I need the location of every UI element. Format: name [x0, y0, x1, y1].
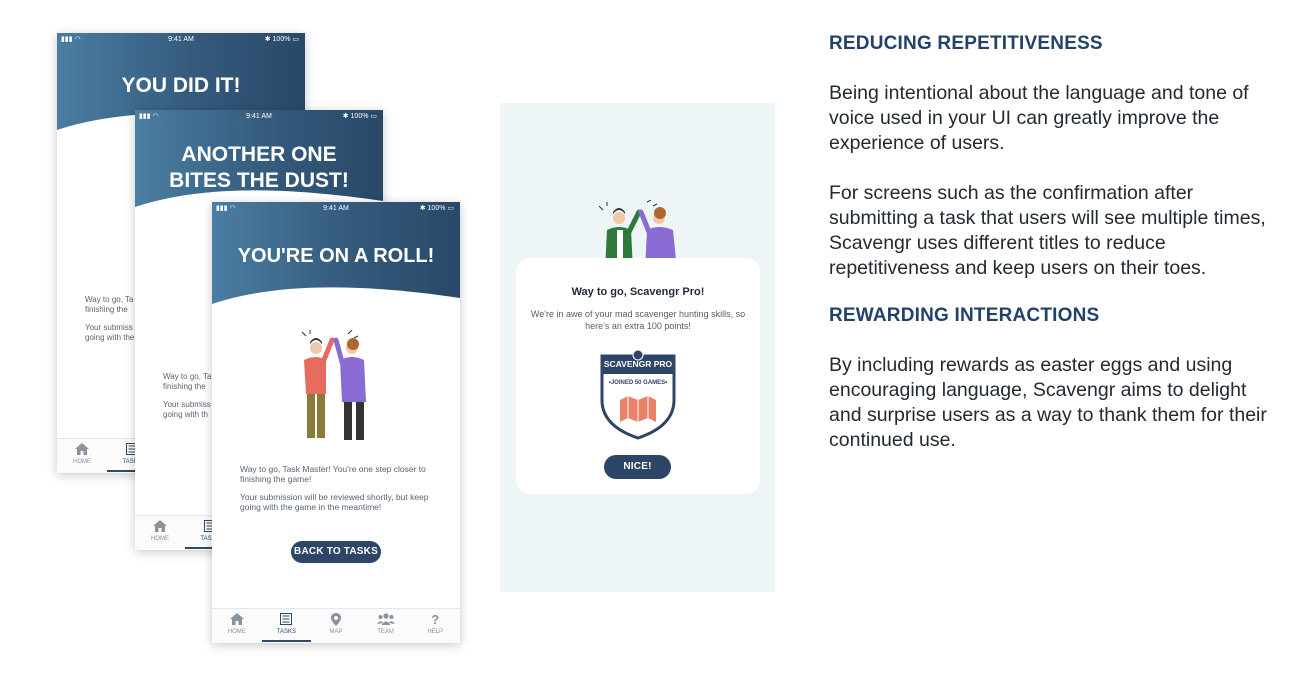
battery-icon: ✱ 100% ▭ [342, 113, 377, 120]
tab-map[interactable]: MAP [311, 609, 361, 643]
screen-body: Way to go, Task Master! You're one step … [240, 464, 438, 520]
screen-header: ▮▮▮ ◠ 9:41 AM ✱ 100% ▭ YOU'RE ON A ROLL! [212, 202, 460, 308]
phone-screen-on-a-roll: ▮▮▮ ◠ 9:41 AM ✱ 100% ▭ YOU'RE ON A ROLL!… [212, 202, 460, 643]
reward-text: We're in awe of your mad scavenger hunti… [530, 309, 746, 331]
section-paragraph: By including rewards as easter eggs and … [829, 354, 1267, 451]
tab-team[interactable]: TEAM [361, 609, 411, 643]
home-icon [57, 443, 107, 459]
status-bar: ▮▮▮ ◠ 9:41 AM ✱ 100% ▭ [57, 33, 305, 47]
section-paragraph: Being intentional about the language and… [829, 82, 1249, 154]
tab-tasks[interactable]: TASKS [261, 609, 312, 643]
badge-title: SCAVENGR PRO [603, 359, 673, 369]
back-to-tasks-button[interactable]: BACK TO TASKS [291, 541, 381, 563]
section-title-rewarding: REWARDING INTERACTIONS [829, 305, 1100, 326]
nice-button[interactable]: NICE! [604, 455, 671, 479]
tab-home[interactable]: HOME [57, 439, 107, 473]
battery-icon: ✱ 100% ▭ [419, 205, 454, 212]
status-bar: ▮▮▮ ◠ 9:41 AM ✱ 100% ▭ [212, 202, 460, 216]
tab-home[interactable]: HOME [212, 609, 262, 643]
tab-help[interactable]: ? HELP [410, 609, 460, 643]
badge-subtitle: •JOINED 50 GAMES• [608, 380, 668, 386]
screen-headline: YOU'RE ON A ROLL! [237, 245, 435, 267]
section-title-reducing: REDUCING REPETITIVENESS [829, 33, 1103, 54]
tasks-icon [262, 613, 312, 629]
high-five-illustration [301, 330, 366, 440]
question-mark-icon: ? [431, 612, 440, 627]
screen-headline: YOU DID IT! [121, 74, 241, 97]
scavengr-pro-badge: SCAVENGR PRO •JOINED 50 GAMES• [598, 350, 678, 440]
reward-panel: Way to go, Scavengr Pro! We're in awe of… [500, 103, 775, 592]
status-bar: ▮▮▮ ◠ 9:41 AM ✱ 100% ▭ [135, 110, 383, 124]
tab-bar: HOME TASKS MAP TEAM ? HELP [212, 608, 460, 643]
section-paragraph: For screens such as the confirmation aft… [829, 182, 1266, 279]
battery-icon: ✱ 100% ▭ [264, 36, 299, 43]
team-icon [361, 613, 411, 629]
screen-header: ▮▮▮ ◠ 9:41 AM ✱ 100% ▭ ANOTHER ONE BITES… [135, 110, 383, 211]
reward-card: Way to go, Scavengr Pro! We're in awe of… [516, 258, 760, 494]
home-icon [135, 520, 185, 536]
home-icon [212, 613, 262, 629]
explanation-column: REDUCING REPETITIVENESS Being intentiona… [829, 32, 1269, 453]
reward-title: Way to go, Scavengr Pro! [571, 286, 705, 298]
body-paragraph-1: Way to go, Task Master! You're one step … [240, 464, 426, 484]
map-pin-icon [311, 613, 361, 629]
tab-home[interactable]: HOME [135, 516, 185, 550]
header-wave [212, 287, 460, 308]
body-paragraph-2: Your submission will be reviewed shortly… [240, 492, 429, 512]
